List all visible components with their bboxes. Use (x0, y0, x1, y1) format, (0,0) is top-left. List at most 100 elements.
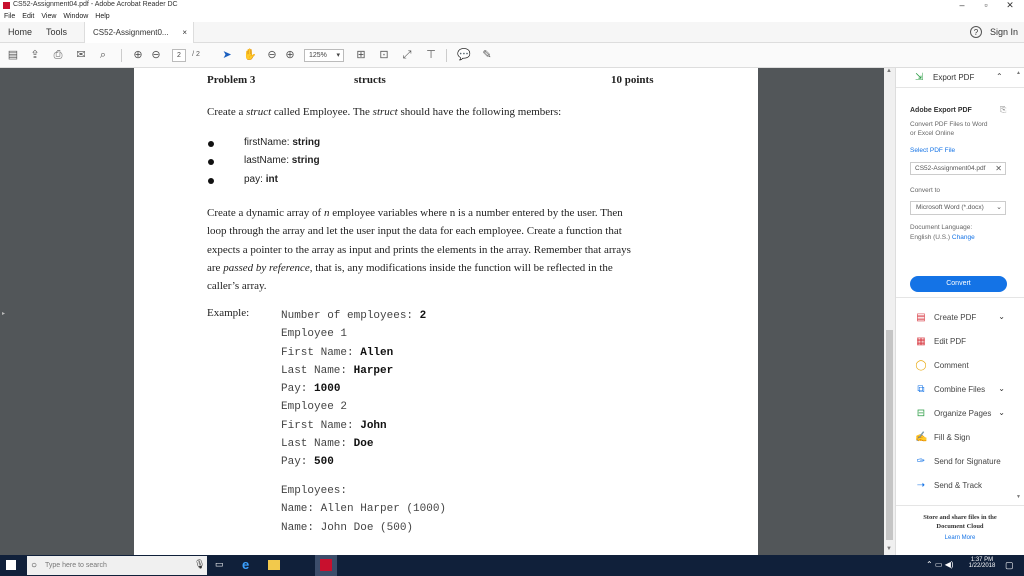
menu-edit[interactable]: Edit (18, 11, 37, 20)
acrobat-app-icon (3, 2, 10, 9)
microphone-icon[interactable]: 🎙 (194, 559, 205, 570)
example-prompt: First Name: (281, 419, 361, 432)
select-pdf-file-link[interactable]: Select PDF File (910, 147, 955, 154)
tab-document-label: CS52-Assignment0... (93, 28, 169, 37)
tab-document[interactable]: CS52-Assignment0... × (84, 22, 194, 43)
read-mode-icon[interactable]: ⊤ (424, 48, 438, 62)
notifications-icon[interactable]: ▢ (1005, 560, 1014, 571)
zoom-out-icon[interactable]: ⊖ (265, 48, 279, 62)
pen-icon[interactable]: ✎ (480, 48, 494, 62)
fit-page-icon[interactable]: ⊞ (354, 48, 368, 62)
export-pdf-header[interactable]: ⇲ Export PDF ⌃ (896, 68, 1024, 88)
scroll-up-icon[interactable]: ▲ (1016, 70, 1021, 76)
organize-pages-icon: ⊟ (916, 408, 926, 419)
example-line: Last Name: Harper (281, 362, 426, 380)
comment-icon[interactable]: 💬 (457, 48, 471, 62)
document-language-label: Document Language: (910, 224, 973, 231)
scroll-down-icon[interactable]: ▼ (886, 546, 892, 552)
minimize-button[interactable]: – (952, 0, 972, 11)
example-input: Harper (353, 364, 394, 377)
document-view[interactable]: ▸ Problem 3 structs 10 points Create a s… (0, 68, 884, 555)
chevron-down-icon[interactable]: ⌄ (998, 408, 1005, 417)
learn-more-link[interactable]: Learn More (896, 535, 1024, 541)
next-page-icon[interactable]: ⊖ (149, 48, 163, 62)
output-line: Employees: (281, 485, 348, 497)
convert-button[interactable]: Convert (910, 276, 1007, 292)
help-icon[interactable]: ? (970, 26, 982, 38)
tool-send-for-signature[interactable]: ✑ Send for Signature (915, 456, 1024, 470)
intro-part: Create a (207, 106, 247, 118)
scrollbar-thumb[interactable] (886, 330, 893, 540)
search-icon[interactable]: ⌕ (96, 48, 110, 62)
info-icon[interactable]: ⎘ (1000, 105, 1006, 115)
tool-label: Create PDF (934, 313, 977, 322)
clock[interactable]: 1:37 PM 1/22/2018 (964, 557, 1000, 569)
email-icon[interactable]: ✉ (74, 48, 88, 62)
tool-send-track[interactable]: ➝ Send & Track (915, 480, 1024, 494)
zoom-in-icon[interactable]: ⊕ (283, 48, 297, 62)
full-screen-icon[interactable]: ⤢ (400, 48, 414, 62)
tool-fill-sign[interactable]: ✍ Fill & Sign (915, 432, 1024, 446)
scroll-down-icon[interactable]: ▼ (1016, 494, 1021, 500)
tool-comment[interactable]: ◯ Comment (915, 360, 1024, 374)
tab-home[interactable]: Home (0, 22, 40, 43)
tool-create-pdf[interactable]: ▤ Create PDF ⌄ (915, 312, 1024, 326)
print-icon[interactable]: ⎙ (51, 48, 65, 62)
hand-tool-icon[interactable]: ✋ (243, 48, 257, 62)
tool-organize-pages[interactable]: ⊟ Organize Pages ⌄ (915, 408, 1024, 422)
edge-browser-icon[interactable]: e (242, 557, 249, 572)
tools-pane: ⇲ Export PDF ⌃ Adobe Export PDF ⎘ Conver… (895, 68, 1024, 555)
upload-icon[interactable]: ⇪ (28, 48, 42, 62)
file-explorer-icon[interactable] (268, 560, 280, 570)
tool-edit-pdf[interactable]: ▦ Edit PDF (915, 336, 1024, 350)
taskbar-search-box[interactable]: ○ Type here to search (27, 556, 207, 575)
output-line: Name: Allen Harper (1000) (281, 503, 447, 516)
format-value: Microsoft Word (*.docx) (916, 204, 984, 211)
select-cursor-icon[interactable]: ➤ (220, 48, 234, 62)
tool-combine-files[interactable]: ⧉ Combine Files ⌄ (915, 384, 1024, 398)
expand-left-icon[interactable]: ▸ (2, 310, 5, 317)
example-line: Number of employees: 2 (281, 307, 426, 325)
rotate-icon[interactable]: ⊡ (377, 48, 391, 62)
chevron-down-icon[interactable]: ⌄ (998, 312, 1005, 321)
example-prompt: Employee 2 (281, 401, 348, 414)
close-window-button[interactable]: ✕ (1000, 0, 1020, 11)
remove-file-icon[interactable]: ✕ (995, 163, 1002, 174)
chevron-up-icon[interactable]: ⌃ (996, 72, 1003, 81)
intro-text: Create a struct called Employee. The str… (207, 106, 561, 118)
member-type: string (291, 155, 320, 166)
maximize-button[interactable]: ▫ (976, 0, 996, 11)
problem-title: Problem 3 (207, 74, 256, 86)
problem-topic: structs (354, 74, 386, 86)
menu-file[interactable]: File (0, 11, 18, 20)
menu-help[interactable]: Help (91, 11, 112, 20)
save-icon[interactable]: ▤ (6, 48, 20, 62)
selected-file-name: CS52-Assignment04.pdf (915, 165, 986, 172)
export-pdf-label: Export PDF (933, 73, 975, 82)
pane-scrollbar[interactable]: ▲ ▼ (1016, 70, 1022, 550)
acrobat-taskbar-button[interactable] (315, 555, 337, 576)
member-last-name: lastName: string (244, 155, 320, 166)
previous-page-icon[interactable]: ⊕ (131, 48, 145, 62)
send-signature-icon: ✑ (916, 456, 926, 467)
tab-close-icon[interactable]: × (182, 22, 187, 43)
sign-in-link[interactable]: Sign In (990, 22, 1018, 43)
scroll-up-icon[interactable]: ▲ (886, 68, 892, 74)
system-tray-icons[interactable]: ⌃ ▭ ◀) (926, 560, 954, 569)
chevron-down-icon[interactable]: ⌄ (998, 384, 1005, 393)
format-select[interactable]: Microsoft Word (*.docx) ⌄ (910, 201, 1006, 215)
change-language-link[interactable]: Change (952, 234, 975, 241)
document-cloud-promo: Document Cloud (936, 523, 984, 530)
document-scrollbar[interactable]: ▲ ▼ (884, 68, 895, 555)
windows-start-icon[interactable] (6, 560, 16, 570)
menu-view[interactable]: View (37, 11, 59, 20)
tab-tools[interactable]: Tools (38, 22, 75, 43)
page-number-input[interactable]: 2 (172, 49, 186, 62)
member-first-name: firstName: string (244, 137, 320, 148)
windows-taskbar: ○ Type here to search 🎙 ▭ e ⌃ ▭ ◀) 1:37 … (0, 555, 1024, 576)
menu-window[interactable]: Window (59, 11, 91, 20)
output-line: Name: John Doe (500) (281, 521, 414, 534)
zoom-select[interactable]: 125% ▾ (304, 49, 344, 62)
bullet (208, 159, 214, 165)
task-view-icon[interactable]: ▭ (215, 559, 224, 570)
